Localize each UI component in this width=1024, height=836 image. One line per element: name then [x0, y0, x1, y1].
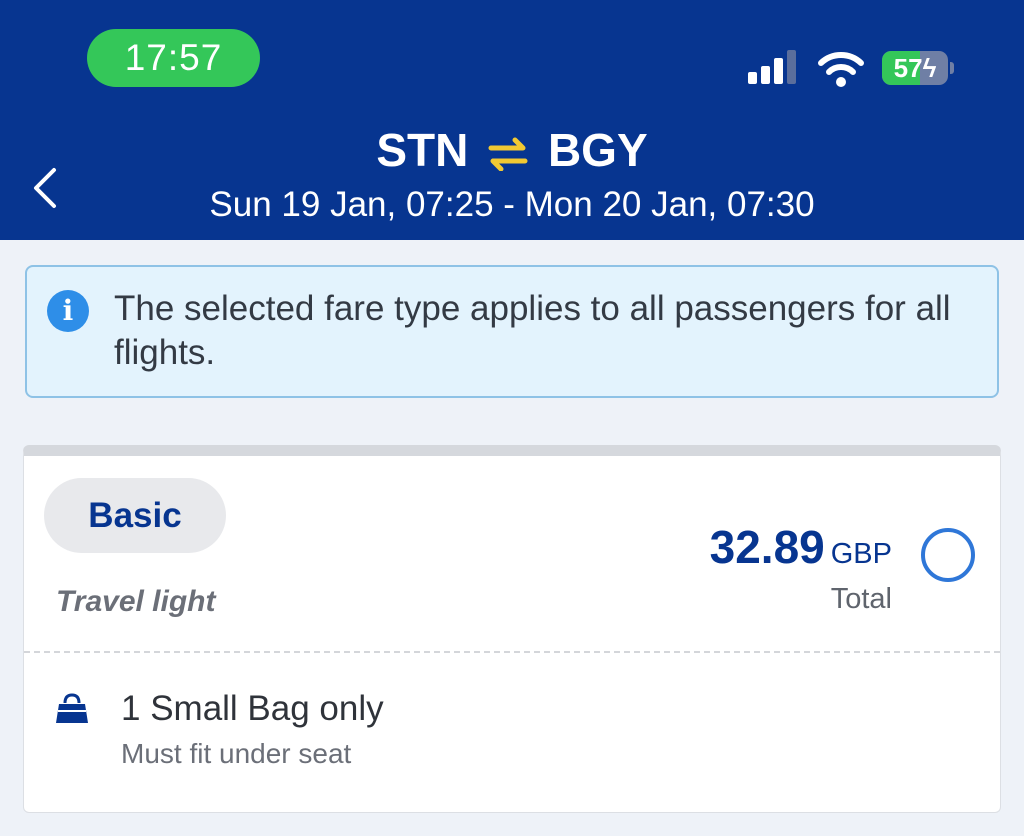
- feature-subtitle: Must fit under seat: [121, 738, 352, 769]
- info-banner-text: The selected fare type applies to all pa…: [114, 289, 951, 372]
- flight-dates: Sun 19 Jan, 07:25 - Mon 20 Jan, 07:30: [209, 185, 815, 224]
- fare-price: 32.89 GBP: [710, 520, 892, 574]
- wifi-icon: [818, 52, 864, 87]
- info-icon: i: [47, 290, 89, 332]
- route-title: STN BGY: [0, 122, 1024, 178]
- battery-percent: 57: [893, 53, 923, 83]
- fare-tagline: Travel light: [56, 585, 216, 618]
- battery-cap: [950, 62, 954, 74]
- destination-code: BGY: [547, 124, 648, 176]
- price-currency: GBP: [830, 538, 892, 570]
- price-amount: 32.89: [709, 521, 825, 573]
- handbag-icon: [56, 693, 88, 723]
- price-caption: Total: [830, 583, 892, 615]
- swap-arrows-icon: [487, 122, 529, 178]
- status-time: 17:57: [87, 29, 260, 87]
- feature-title: 1 Small Bag only: [121, 689, 384, 728]
- fare-select-radio[interactable]: [921, 528, 975, 582]
- app-header: 17:57 57ϟ STN BGY Sun 19 Jan, 07:25 - Mo…: [0, 0, 1024, 240]
- charging-bolt-icon: ϟ: [922, 53, 937, 83]
- fare-option-card-basic[interactable]: Basic Travel light 32.89 GBP Total 1 Smal…: [23, 445, 1001, 813]
- cellular-signal-icon: [748, 48, 800, 84]
- fare-name-badge: Basic: [44, 478, 226, 553]
- origin-code: STN: [376, 124, 469, 176]
- battery-charging-icon: 57ϟ: [882, 51, 948, 85]
- divider: [24, 651, 1000, 653]
- fare-info-banner: i The selected fare type applies to all …: [25, 265, 999, 398]
